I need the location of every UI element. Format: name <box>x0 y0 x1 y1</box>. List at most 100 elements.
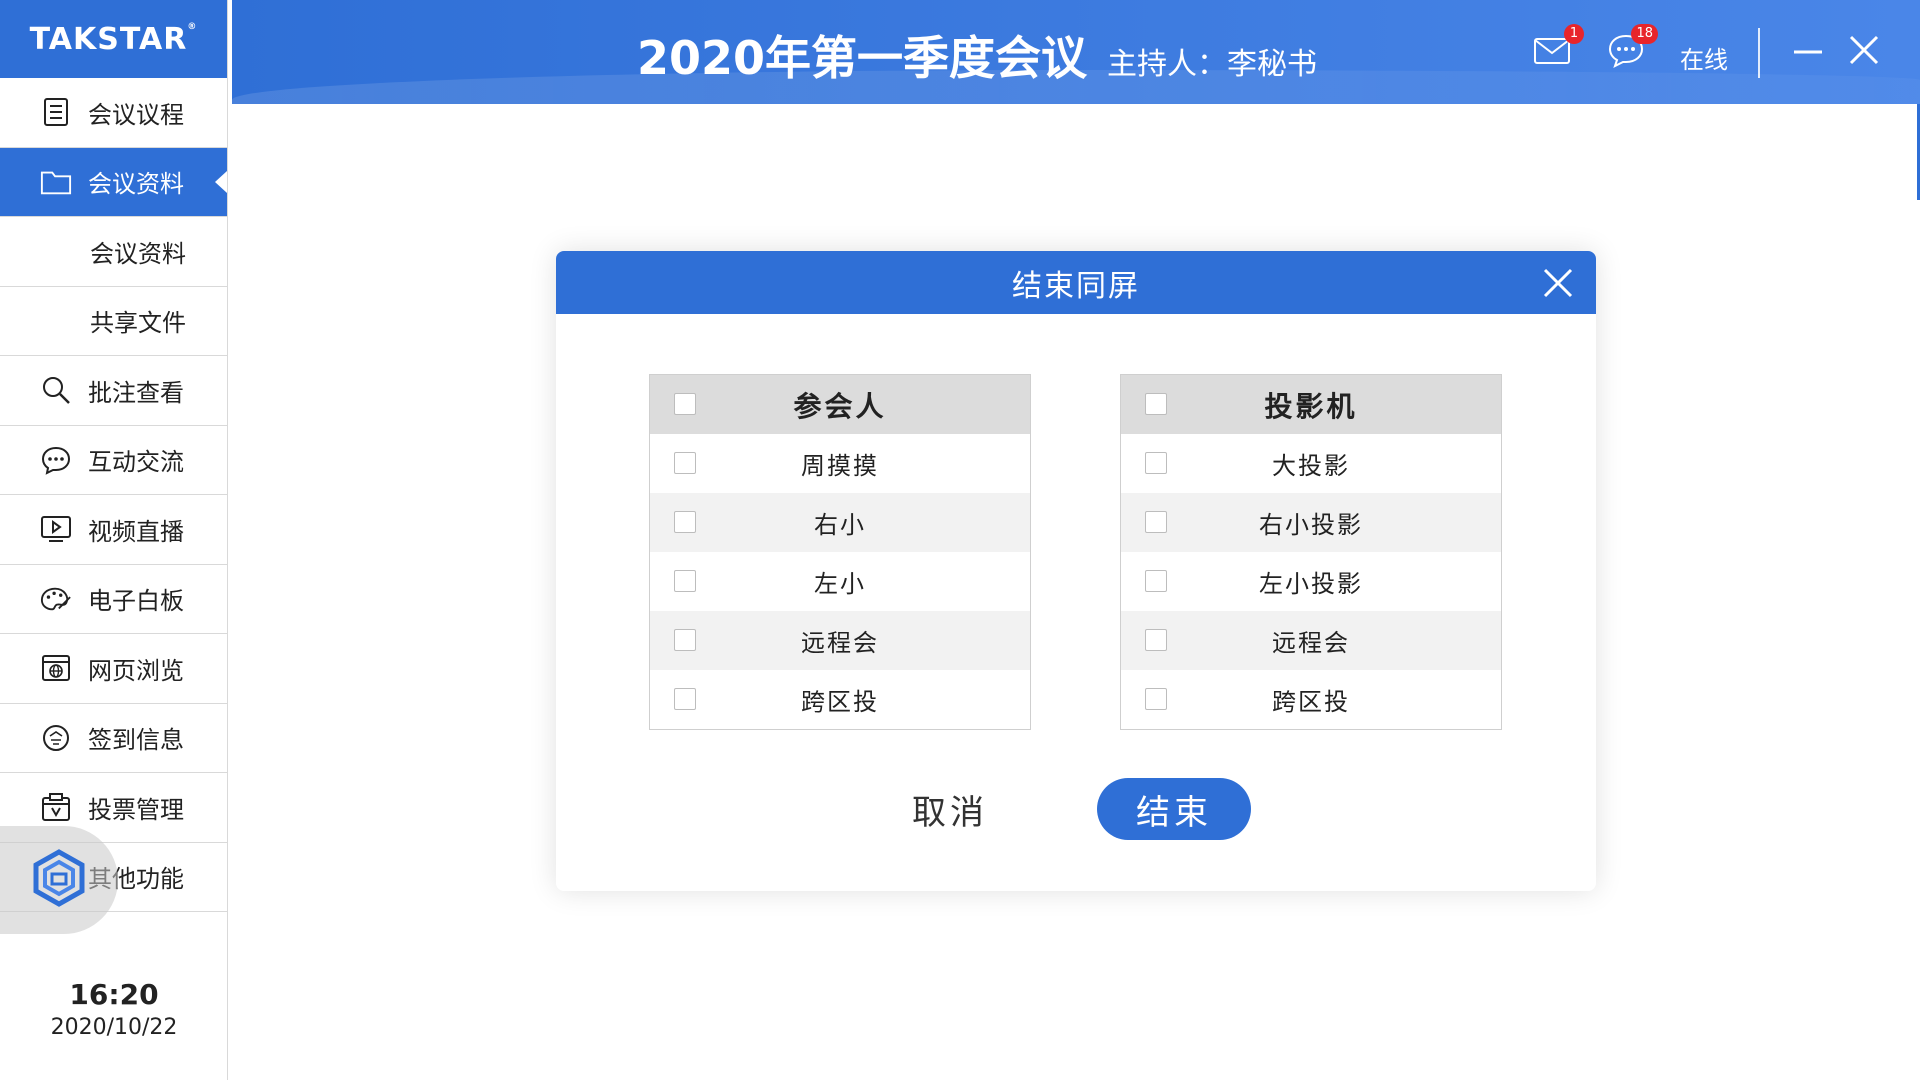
meeting-title: 2020年第一季度会议 <box>637 31 1088 85</box>
online-status: 在线 <box>1680 46 1728 74</box>
projector-row[interactable]: 左小投影 <box>1121 552 1501 611</box>
chat-bubble-icon <box>40 444 72 476</box>
mail-button[interactable]: 1 <box>1532 24 1584 74</box>
dialog-header: 结束同屏 <box>556 251 1596 314</box>
close-button[interactable] <box>1844 30 1888 74</box>
sidebar-item-label: 会议资料 <box>88 170 184 199</box>
clock-time: 16:20 <box>69 978 159 1011</box>
select-all-projectors-checkbox[interactable] <box>1145 393 1167 415</box>
participant-checkbox[interactable] <box>674 629 696 651</box>
brand-logo: TAKSTAR® <box>29 21 198 57</box>
sign-in-icon <box>40 722 72 754</box>
minimize-button[interactable] <box>1788 30 1832 74</box>
sidebar-item-label: 网页浏览 <box>88 656 184 685</box>
search-icon <box>40 374 72 406</box>
projector-row[interactable]: 大投影 <box>1121 434 1501 493</box>
browser-globe-icon <box>40 652 72 684</box>
projector-checkbox[interactable] <box>1145 570 1167 592</box>
sidebar-item-agenda[interactable]: 会议议程 <box>0 78 227 148</box>
projector-checkbox[interactable] <box>1145 688 1167 710</box>
end-screen-share-dialog: 结束同屏 参会人 周摸摸 右小 左小 远程会 跨区投 投影机 大投影 右小投影 … <box>556 251 1596 891</box>
participant-row[interactable]: 跨区投 <box>650 670 1030 729</box>
close-icon <box>1543 268 1573 298</box>
logo-bar: TAKSTAR® <box>0 0 227 78</box>
floating-app-button[interactable] <box>0 826 118 934</box>
sidebar-item-label: 会议议程 <box>88 100 184 129</box>
participant-row[interactable]: 右小 <box>650 493 1030 552</box>
sidebar-subitem-materials[interactable]: 会议资料 <box>0 217 227 287</box>
projector-name: 大投影 <box>1272 452 1350 480</box>
participant-name: 周摸摸 <box>801 452 879 480</box>
projector-name: 跨区投 <box>1272 688 1350 716</box>
mail-badge: 1 <box>1564 24 1584 44</box>
close-icon <box>1844 35 1884 74</box>
mail-icon <box>1532 38 1572 74</box>
projector-row[interactable]: 右小投影 <box>1121 493 1501 552</box>
projector-checkbox[interactable] <box>1145 511 1167 533</box>
participant-row[interactable]: 周摸摸 <box>650 434 1030 493</box>
chat-badge: 18 <box>1631 24 1658 44</box>
sidebar-item-label: 投票管理 <box>88 795 184 824</box>
projector-name: 左小投影 <box>1259 570 1363 598</box>
participant-row[interactable]: 左小 <box>650 552 1030 611</box>
chat-button[interactable]: 18 <box>1606 24 1658 74</box>
participant-row[interactable]: 远程会 <box>650 611 1030 670</box>
participants-panel: 参会人 周摸摸 右小 左小 远程会 跨区投 <box>649 374 1031 730</box>
minimize-icon <box>1788 50 1828 74</box>
participant-checkbox[interactable] <box>674 570 696 592</box>
sidebar-item-label: 共享文件 <box>90 309 186 338</box>
host-label: 主持人： <box>1107 47 1228 82</box>
sidebar-item-label: 视频直播 <box>88 517 184 546</box>
clock-date: 2020/10/22 <box>50 1015 178 1040</box>
sidebar-item-label: 电子白板 <box>88 587 184 616</box>
sidebar-item-label: 签到信息 <box>88 726 184 755</box>
projector-name: 远程会 <box>1272 629 1350 657</box>
chat-icon <box>1606 34 1646 74</box>
select-all-participants-checkbox[interactable] <box>674 393 696 415</box>
end-share-button[interactable]: 结束 <box>1097 778 1251 840</box>
projector-checkbox[interactable] <box>1145 629 1167 651</box>
host-info: 主持人：李秘书 <box>1107 39 1317 83</box>
sidebar-item-annotations[interactable]: 批注查看 <box>0 356 227 426</box>
video-play-icon <box>40 513 72 545</box>
dialog-close-button[interactable] <box>1540 265 1576 301</box>
sidebar-item-whiteboard[interactable]: 电子白板 <box>0 564 227 634</box>
clock: 16:20 2020/10/22 <box>0 978 228 1040</box>
sidebar-item-materials[interactable]: 会议资料 <box>0 147 227 217</box>
participant-name: 远程会 <box>801 629 879 657</box>
sidebar-item-interaction[interactable]: 互动交流 <box>0 425 227 495</box>
ballot-box-icon <box>40 791 72 823</box>
header-bar: 2020年第一季度会议 主持人：李秘书 1 18 在线 <box>232 0 1920 104</box>
dialog-title: 结束同屏 <box>1012 268 1140 304</box>
projector-row[interactable]: 远程会 <box>1121 611 1501 670</box>
meeting-title-group: 2020年第一季度会议 主持人：李秘书 <box>637 22 1317 88</box>
projectors-header: 投影机 <box>1121 375 1501 434</box>
sidebar-item-sign-in[interactable]: 签到信息 <box>0 703 227 773</box>
projectors-header-label: 投影机 <box>1264 389 1358 423</box>
hexagon-app-icon <box>29 848 89 912</box>
participant-checkbox[interactable] <box>674 511 696 533</box>
participant-checkbox[interactable] <box>674 688 696 710</box>
sidebar: TAKSTAR® 会议议程 会议资料 会议资料 共享文件 批注查看 互动交流 视… <box>0 0 228 1080</box>
participants-header-label: 参会人 <box>793 389 887 423</box>
participant-name: 跨区投 <box>801 688 879 716</box>
projector-checkbox[interactable] <box>1145 452 1167 474</box>
palette-icon <box>40 583 72 615</box>
participant-checkbox[interactable] <box>674 452 696 474</box>
sidebar-item-web-browsing[interactable]: 网页浏览 <box>0 634 227 704</box>
document-list-icon <box>40 96 72 128</box>
sidebar-subitem-shared-files[interactable]: 共享文件 <box>0 286 227 356</box>
projector-name: 右小投影 <box>1259 511 1363 539</box>
sidebar-item-label: 互动交流 <box>88 448 184 477</box>
sidebar-item-label: 批注查看 <box>88 378 184 407</box>
projectors-panel: 投影机 大投影 右小投影 左小投影 远程会 跨区投 <box>1120 374 1502 730</box>
sidebar-item-live-video[interactable]: 视频直播 <box>0 495 227 565</box>
folder-icon <box>40 166 72 198</box>
participant-name: 左小 <box>814 570 866 598</box>
projector-row[interactable]: 跨区投 <box>1121 670 1501 729</box>
participant-name: 右小 <box>814 511 866 539</box>
cancel-button[interactable]: 取消 <box>900 784 1000 834</box>
participants-header: 参会人 <box>650 375 1030 434</box>
header-divider <box>1758 28 1760 78</box>
host-name: 李秘书 <box>1227 47 1318 82</box>
